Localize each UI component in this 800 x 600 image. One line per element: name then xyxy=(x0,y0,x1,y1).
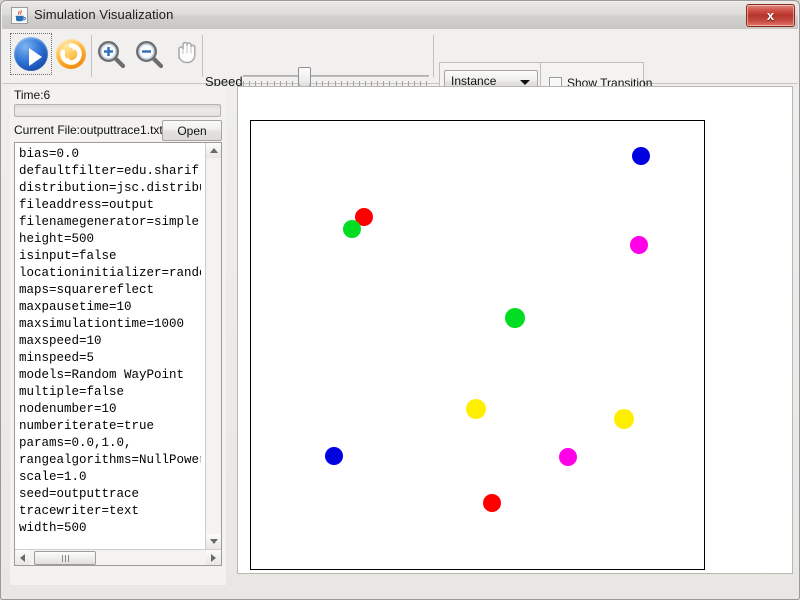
simulation-canvas[interactable] xyxy=(250,120,705,570)
scroll-down-button[interactable] xyxy=(206,534,221,549)
property-row[interactable]: maxpausetime=10 xyxy=(19,299,201,316)
toolbar-separator-2 xyxy=(202,35,203,77)
property-row[interactable]: minspeed=5 xyxy=(19,350,201,367)
properties-horizontal-scrollbar[interactable] xyxy=(15,549,221,565)
window-title: Simulation Visualization xyxy=(34,7,174,22)
simulation-node[interactable] xyxy=(505,308,525,328)
scroll-up-button[interactable] xyxy=(206,143,221,158)
property-row[interactable]: maxspeed=10 xyxy=(19,333,201,350)
simulation-node[interactable] xyxy=(630,236,648,254)
toolbar-separator-1 xyxy=(91,35,92,77)
scroll-left-button[interactable] xyxy=(15,550,30,565)
caret-up-icon xyxy=(210,148,218,153)
close-icon: x xyxy=(766,8,775,23)
property-row[interactable]: width=500 xyxy=(19,520,201,537)
zoom-in-icon xyxy=(97,40,126,69)
caret-right-icon xyxy=(211,554,216,562)
open-button[interactable]: Open xyxy=(162,120,222,141)
zoom-in-button[interactable] xyxy=(94,37,128,71)
property-row[interactable]: filenamegenerator=simple xyxy=(19,214,201,231)
simulation-node[interactable] xyxy=(559,448,577,466)
caret-down-icon xyxy=(210,539,218,544)
property-row[interactable]: params=0.0,1.0, xyxy=(19,435,201,452)
zoom-out-button[interactable] xyxy=(132,37,166,71)
caret-left-icon xyxy=(20,554,25,562)
properties-list[interactable]: bias=0.0 defaultfilter=edu.sharif.c distri… xyxy=(15,143,201,547)
property-row[interactable]: maps=squarereflect xyxy=(19,282,201,299)
property-row[interactable]: scale=1.0 xyxy=(19,469,201,486)
zoom-out-icon xyxy=(135,40,164,69)
scroll-right-button[interactable] xyxy=(206,550,221,565)
play-button[interactable] xyxy=(10,33,52,75)
properties-list-panel: bias=0.0 defaultfilter=edu.sharif.c distri… xyxy=(14,142,222,566)
toolbar: Speed 1 10 20 Max Instance Show Transiti… xyxy=(2,29,798,108)
property-row[interactable]: nodenumber=10 xyxy=(19,401,201,418)
simulation-node[interactable] xyxy=(483,494,501,512)
property-row[interactable]: fileaddress=output xyxy=(19,197,201,214)
property-row[interactable]: defaultfilter=edu.sharif.c xyxy=(19,163,201,180)
simulation-node[interactable] xyxy=(614,409,634,429)
title-bar: Simulation Visualization x xyxy=(2,2,798,30)
property-row[interactable]: numberiterate=true xyxy=(19,418,201,435)
simulation-node[interactable] xyxy=(325,447,343,465)
java-cup-icon xyxy=(11,7,28,24)
simulation-node[interactable] xyxy=(466,399,486,419)
property-row[interactable]: height=500 xyxy=(19,231,201,248)
property-row[interactable]: multiple=false xyxy=(19,384,201,401)
play-icon xyxy=(14,37,48,71)
time-label: Time:6 xyxy=(14,88,51,102)
property-row[interactable]: models=Random WayPoint xyxy=(19,367,201,384)
simulation-node[interactable] xyxy=(343,220,361,238)
visualization-panel xyxy=(237,86,793,574)
slider-track xyxy=(243,75,429,77)
property-row[interactable]: rangealgorithms=NullPowerA xyxy=(19,452,201,469)
hand-pan-icon xyxy=(178,41,196,64)
chevron-down-icon xyxy=(520,80,530,85)
property-row[interactable]: tracewriter=text xyxy=(19,503,201,520)
property-row[interactable]: maxsimulationtime=1000 xyxy=(19,316,201,333)
current-file-row: Current File:outputtrace1.txt Open xyxy=(14,120,222,141)
property-row[interactable]: distribution=jsc.distribut xyxy=(19,180,201,197)
reset-button[interactable] xyxy=(54,37,88,71)
property-row[interactable]: bias=0.0 xyxy=(19,146,201,163)
horizontal-scroll-thumb[interactable] xyxy=(34,551,96,565)
properties-vertical-scrollbar[interactable] xyxy=(205,143,221,549)
close-button[interactable]: x xyxy=(746,4,795,27)
pan-button[interactable] xyxy=(170,36,204,72)
simulation-progress-bar xyxy=(14,104,221,117)
left-panel: Time:6 Current File:outputtrace1.txt Ope… xyxy=(10,86,226,585)
application-window: Simulation Visualization x Speed Instanc… xyxy=(0,0,800,600)
property-row[interactable]: locationinitializer=random xyxy=(19,265,201,282)
open-button-label: Open xyxy=(177,124,207,138)
property-row[interactable]: isinput=false xyxy=(19,248,201,265)
toolbar-separator-3 xyxy=(433,35,434,77)
simulation-node[interactable] xyxy=(632,147,650,165)
slider-thumb[interactable] xyxy=(298,67,312,88)
current-file-label: Current File:outputtrace1.txt xyxy=(14,123,163,137)
property-row[interactable]: seed=outputtrace xyxy=(19,486,201,503)
